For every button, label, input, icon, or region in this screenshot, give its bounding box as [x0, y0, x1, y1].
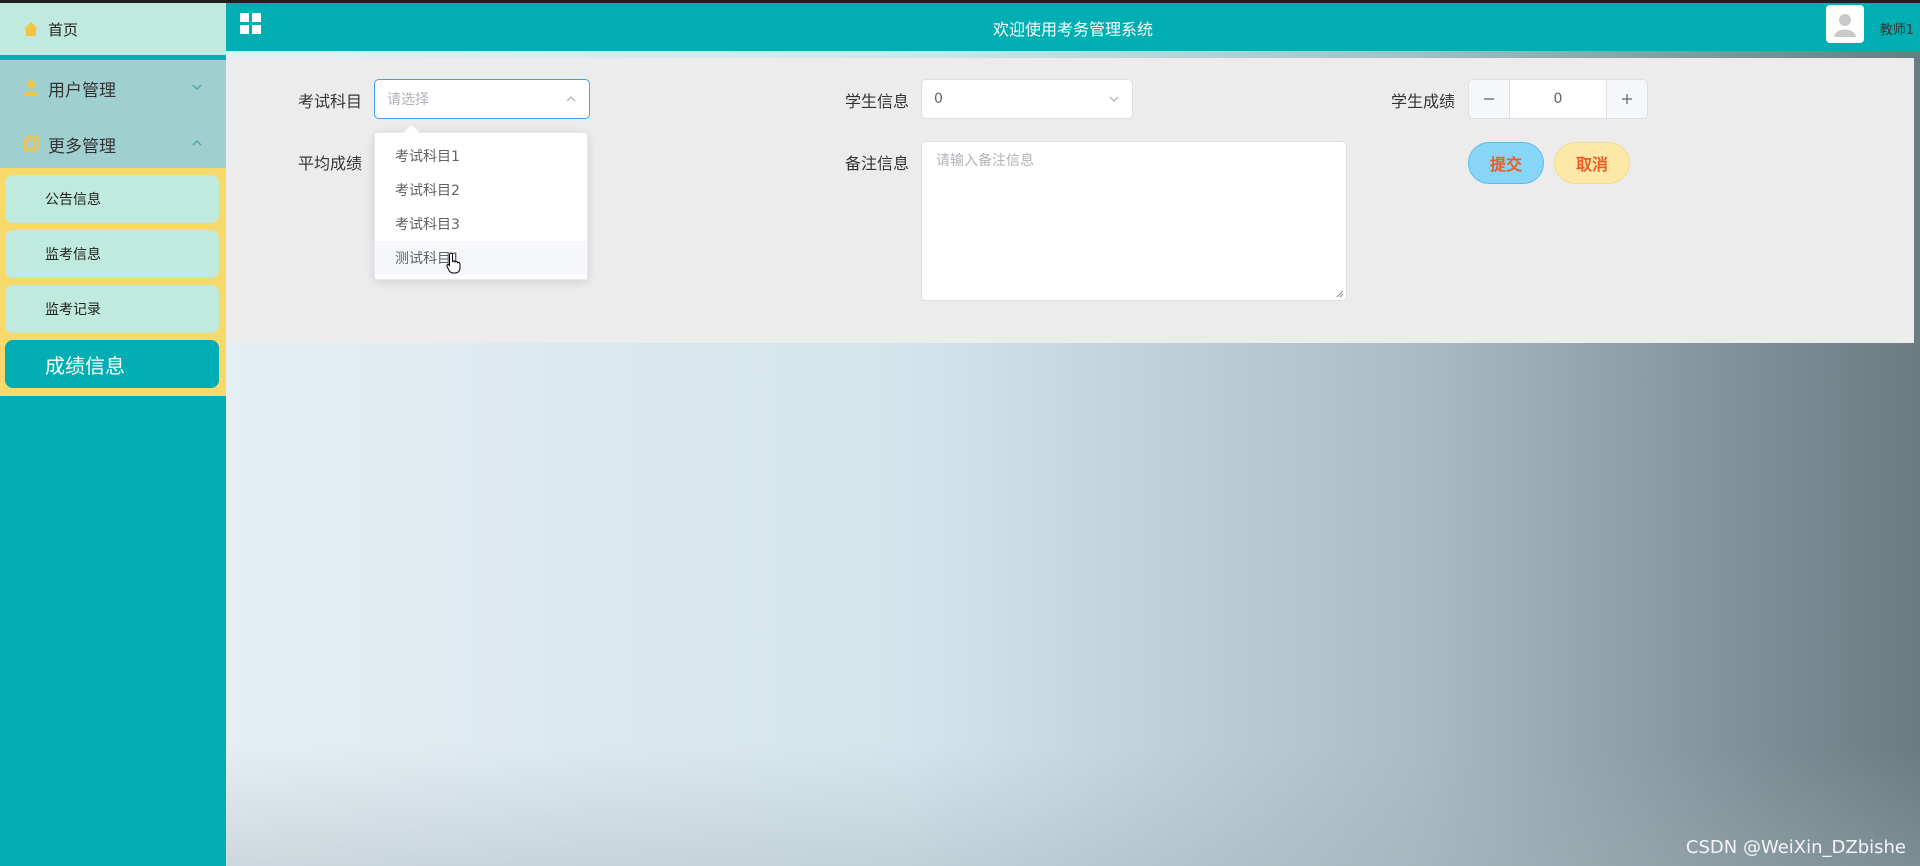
dropdown-option-label: 考试科目2 — [395, 183, 460, 199]
sidebar-menu-more-management[interactable]: 更多管理 — [0, 116, 226, 172]
dropdown-option-hovered[interactable]: 测试科目1 — [375, 241, 587, 275]
sidebar-item-home[interactable]: 首页 — [0, 3, 226, 55]
sidebar-item-invigilation-records[interactable]: 监考记录 — [5, 285, 219, 333]
dropdown-option[interactable]: 考试科目1 — [375, 139, 587, 173]
remark-placeholder: 请输入备注信息 — [936, 153, 1034, 169]
cancel-button[interactable]: 取消 — [1554, 142, 1630, 184]
plus-icon — [1622, 94, 1632, 104]
username[interactable]: 教师1 — [1880, 19, 1914, 38]
user-icon — [23, 80, 39, 96]
sidebar-menu-label: 更多管理 — [48, 136, 116, 157]
chevron-up-icon — [192, 140, 202, 146]
submit-button[interactable]: 提交 — [1468, 142, 1544, 184]
dropdown-option-label: 考试科目1 — [395, 149, 460, 165]
average-score-label: 平均成绩 — [298, 154, 363, 173]
student-label: 学生信息 — [845, 92, 910, 111]
subject-label: 考试科目 — [298, 92, 363, 111]
sidebar: 首页 用户管理 更多管理 公告信息 监考信息 监考记录 成绩信息 — [0, 3, 226, 866]
sidebar-menu-user-management[interactable]: 用户管理 — [0, 60, 226, 116]
sidebar-item-label: 公告信息 — [45, 192, 101, 208]
copy-icon — [23, 136, 39, 152]
subject-select[interactable]: 请选择 — [374, 79, 590, 119]
increment-button[interactable] — [1606, 80, 1647, 118]
decrement-button[interactable] — [1469, 80, 1510, 118]
sidebar-item-label: 首页 — [48, 20, 79, 39]
resize-handle-icon[interactable] — [1336, 290, 1344, 298]
subject-select-placeholder: 请选择 — [387, 92, 429, 108]
top-header: 欢迎使用考务管理系统 教师1 — [226, 3, 1920, 51]
sidebar-item-label: 监考信息 — [45, 247, 101, 263]
dropdown-option[interactable]: 考试科目3 — [375, 207, 587, 241]
watermark-text: CSDN @WeiXin_DZbishe — [1685, 837, 1906, 858]
sidebar-item-label: 监考记录 — [45, 302, 101, 318]
page-title: 欢迎使用考务管理系统 — [992, 20, 1153, 39]
student-select[interactable]: 0 — [921, 79, 1133, 119]
sidebar-item-grades[interactable]: 成绩信息 — [5, 340, 219, 388]
sidebar-item-invigilation-info[interactable]: 监考信息 — [5, 230, 219, 278]
chevron-down-icon — [1109, 96, 1119, 102]
hand-pointer-cursor-icon — [446, 252, 461, 274]
score-label: 学生成绩 — [1391, 92, 1456, 111]
dropdown-option-label: 考试科目3 — [395, 217, 460, 233]
submenu-more-management: 公告信息 监考信息 监考记录 成绩信息 — [0, 168, 226, 396]
score-value[interactable]: 0 — [1510, 80, 1606, 118]
minus-icon — [1484, 98, 1494, 100]
subject-dropdown: 考试科目1 考试科目2 考试科目3 测试科目1 — [374, 123, 588, 280]
student-select-value: 0 — [934, 91, 943, 107]
sidebar-item-announcements[interactable]: 公告信息 — [5, 175, 219, 223]
home-icon — [24, 22, 38, 36]
remark-textarea[interactable]: 请输入备注信息 — [921, 141, 1347, 301]
dropdown-option[interactable]: 考试科目2 — [375, 173, 587, 207]
user-avatar-icon — [1834, 14, 1856, 37]
sidebar-menu-label: 用户管理 — [48, 80, 116, 101]
score-stepper[interactable]: 0 — [1468, 79, 1648, 119]
chevron-up-icon — [566, 96, 576, 102]
sidebar-item-label: 成绩信息 — [45, 353, 125, 378]
chevron-down-icon — [192, 84, 202, 90]
avatar[interactable] — [1826, 5, 1864, 43]
remark-label: 备注信息 — [845, 154, 910, 173]
